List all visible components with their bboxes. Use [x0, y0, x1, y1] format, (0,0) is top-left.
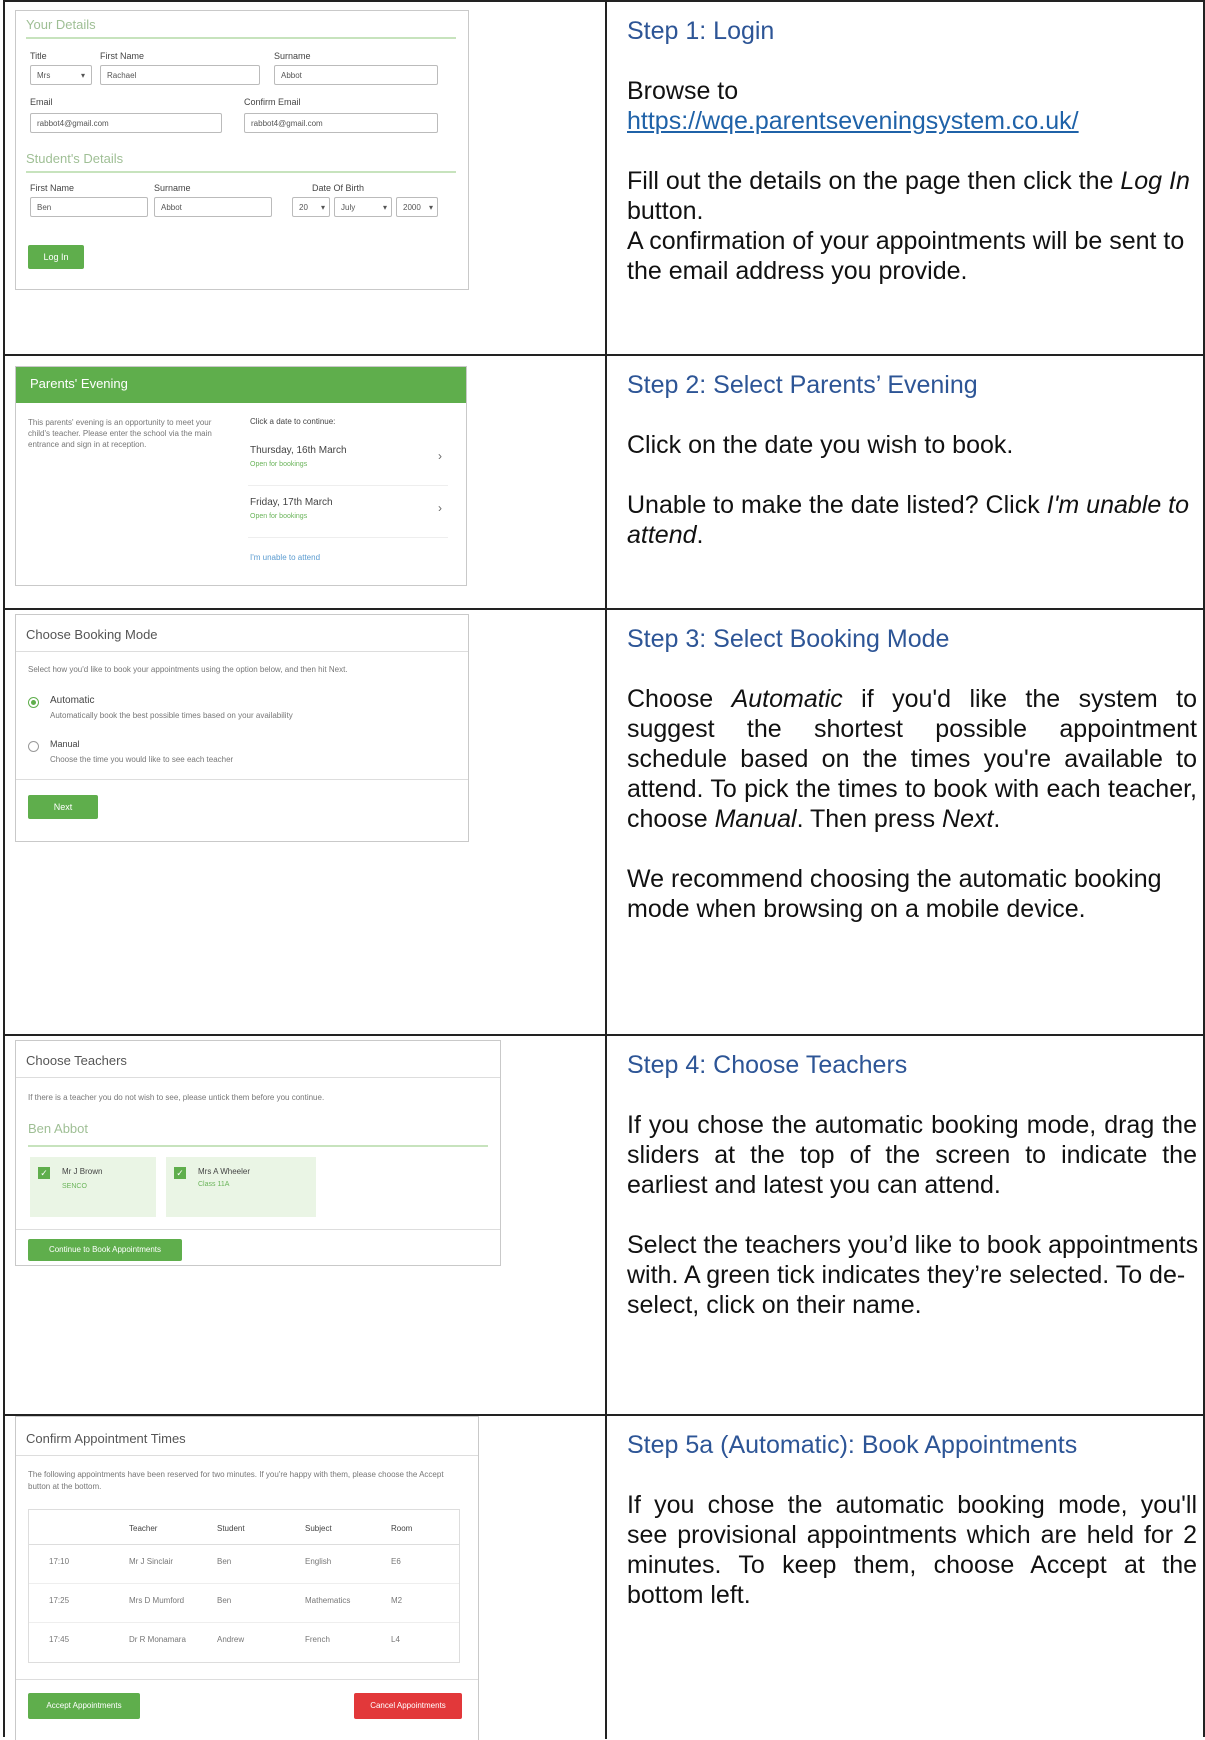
- parents-evening-screenshot: Parents' Evening This parents' evening i…: [15, 366, 467, 586]
- checkbox-checked-icon: ✓: [38, 1167, 50, 1179]
- surname-label: Surname: [274, 51, 311, 61]
- choose-teachers-header: Choose Teachers: [26, 1053, 127, 1068]
- step2-title: Step 2: Select Parents’ Evening: [627, 371, 978, 399]
- step4-title: Step 4: Choose Teachers: [627, 1051, 908, 1079]
- fill-instructions: Fill out the details on the page then cl…: [627, 167, 1190, 225]
- step1-row: Your Details Title Mrs ▾ First Name Racha…: [5, 0, 1205, 356]
- confirm-header: Confirm Appointment Times: [26, 1431, 186, 1446]
- checkbox-checked-icon: ✓: [174, 1167, 186, 1179]
- chevron-right-icon: ›: [438, 449, 442, 463]
- dob-month-select[interactable]: July ▾: [334, 197, 392, 217]
- instructions-table: Your Details Title Mrs ▾ First Name Racha…: [3, 0, 1205, 1740]
- first-name-label: First Name: [100, 51, 145, 61]
- slider-instructions: If you chose the automatic booking mode,…: [627, 1111, 1197, 1199]
- booking-mode-instructions: Choose Automatic if you'd like the syste…: [627, 685, 1198, 833]
- manual-label: Manual: [50, 739, 80, 749]
- appointments-table: Teacher Student Subject Room 17:10 Mr J …: [28, 1509, 460, 1663]
- student-first-name-field[interactable]: Ben: [30, 197, 148, 217]
- parents-evening-header: Parents' Evening: [30, 376, 128, 391]
- booking-mode-screenshot: Choose Booking Mode Select how you'd lik…: [15, 614, 469, 842]
- step1-title: Step 1: Login: [627, 17, 775, 45]
- step2-row: Parents' Evening This parents' evening i…: [5, 354, 1205, 610]
- email-field[interactable]: rabbot4@gmail.com: [30, 113, 222, 133]
- first-name-field[interactable]: Rachael: [100, 65, 260, 85]
- date1-item[interactable]: Thursday, 16th March Open for bookings ›: [248, 437, 448, 486]
- login-url-link[interactable]: https://wqe.parentseveningsystem.co.uk/: [627, 107, 1079, 135]
- login-button[interactable]: Log In: [28, 245, 84, 269]
- next-button[interactable]: Next: [28, 795, 98, 819]
- booking-mode-header: Choose Booking Mode: [26, 627, 158, 642]
- student-surname-label: Surname: [154, 183, 191, 193]
- continue-to-book-button[interactable]: Continue to Book Appointments: [28, 1239, 182, 1261]
- automatic-label: Automatic: [50, 695, 95, 706]
- dob-year-select[interactable]: 2000 ▾: [396, 197, 438, 217]
- date2-item[interactable]: Friday, 17th March Open for bookings ›: [248, 489, 448, 538]
- your-details-heading: Your Details: [26, 17, 96, 32]
- chevron-right-icon: ›: [438, 501, 442, 515]
- cancel-appointments-button[interactable]: Cancel Appointments: [354, 1693, 462, 1719]
- automatic-desc: Automatically book the best possible tim…: [50, 711, 293, 720]
- click-date-label: Click a date to continue:: [250, 417, 336, 426]
- automatic-radio[interactable]: [28, 697, 39, 708]
- confirm-email-field[interactable]: rabbot4@gmail.com: [244, 113, 438, 133]
- col-student: Student: [217, 1524, 245, 1533]
- mobile-recommendation: We recommend choosing the automatic book…: [627, 865, 1162, 923]
- parents-evening-intro: This parents' evening is an opportunity …: [28, 418, 212, 449]
- manual-desc: Choose the time you would like to see ea…: [50, 755, 234, 764]
- title-label: Title: [30, 51, 47, 61]
- manual-radio[interactable]: [28, 741, 39, 752]
- table-row: 17:45 Dr R Monamara Andrew French L4: [49, 1635, 400, 1644]
- confirm-intro: The following appointments have been res…: [28, 1470, 444, 1491]
- confirmation-note: A confirmation of your appointments will…: [627, 227, 1185, 285]
- confirm-email-label: Confirm Email: [244, 97, 301, 107]
- dob-day-select[interactable]: 20 ▾: [292, 197, 330, 217]
- table-row: 17:10 Mr J Sinclair Ben English E6: [29, 1545, 459, 1584]
- choose-teachers-intro: If there is a teacher you do not wish to…: [28, 1093, 325, 1102]
- students-details-heading: Student's Details: [26, 151, 124, 166]
- login-screenshot: Your Details Title Mrs ▾ First Name Racha…: [15, 10, 469, 290]
- step5-title: Step 5a (Automatic): Book Appointments: [627, 1431, 1078, 1459]
- surname-field[interactable]: Abbot: [274, 65, 438, 85]
- table-row: 17:25 Mrs D Mumford Ben Mathematics M2: [29, 1584, 459, 1623]
- confirm-appointments-screenshot: Confirm Appointment Times The following …: [15, 1416, 479, 1740]
- choose-teachers-screenshot: Choose Teachers If there is a teacher yo…: [15, 1040, 501, 1266]
- select-teachers-instructions: Select the teachers you’d like to book a…: [627, 1231, 1199, 1319]
- step3-row: Choose Booking Mode Select how you'd lik…: [5, 608, 1205, 1036]
- step3-title: Step 3: Select Booking Mode: [627, 625, 950, 653]
- title-select[interactable]: Mrs ▾: [30, 65, 92, 85]
- email-label: Email: [30, 97, 53, 107]
- col-room: Room: [391, 1524, 413, 1533]
- accept-appointments-button[interactable]: Accept Appointments: [28, 1693, 140, 1719]
- browse-text: Browse to: [627, 77, 739, 105]
- click-date-text: Click on the date you wish to book.: [627, 431, 1014, 459]
- col-subject: Subject: [305, 1524, 332, 1533]
- col-teacher: Teacher: [129, 1524, 158, 1533]
- student-surname-field[interactable]: Abbot: [154, 197, 272, 217]
- teacher-card-wheeler[interactable]: ✓ Mrs A Wheeler Class 11A: [166, 1157, 316, 1217]
- booking-mode-intro: Select how you'd like to book your appoi…: [28, 665, 348, 674]
- student-name: Ben Abbot: [28, 1121, 88, 1136]
- unable-to-attend-link[interactable]: I'm unable to attend: [250, 553, 320, 562]
- teacher-card-brown[interactable]: ✓ Mr J Brown SENCO: [30, 1157, 156, 1217]
- student-first-name-label: First Name: [30, 183, 75, 193]
- step5-row: Confirm Appointment Times The following …: [5, 1414, 1205, 1740]
- provisional-appointments-text: If you chose the automatic booking mode,…: [627, 1491, 1197, 1609]
- step4-row: Choose Teachers If there is a teacher yo…: [5, 1034, 1205, 1416]
- unable-text: Unable to make the date listed? Click I'…: [627, 491, 1190, 549]
- dob-label: Date Of Birth: [312, 183, 365, 193]
